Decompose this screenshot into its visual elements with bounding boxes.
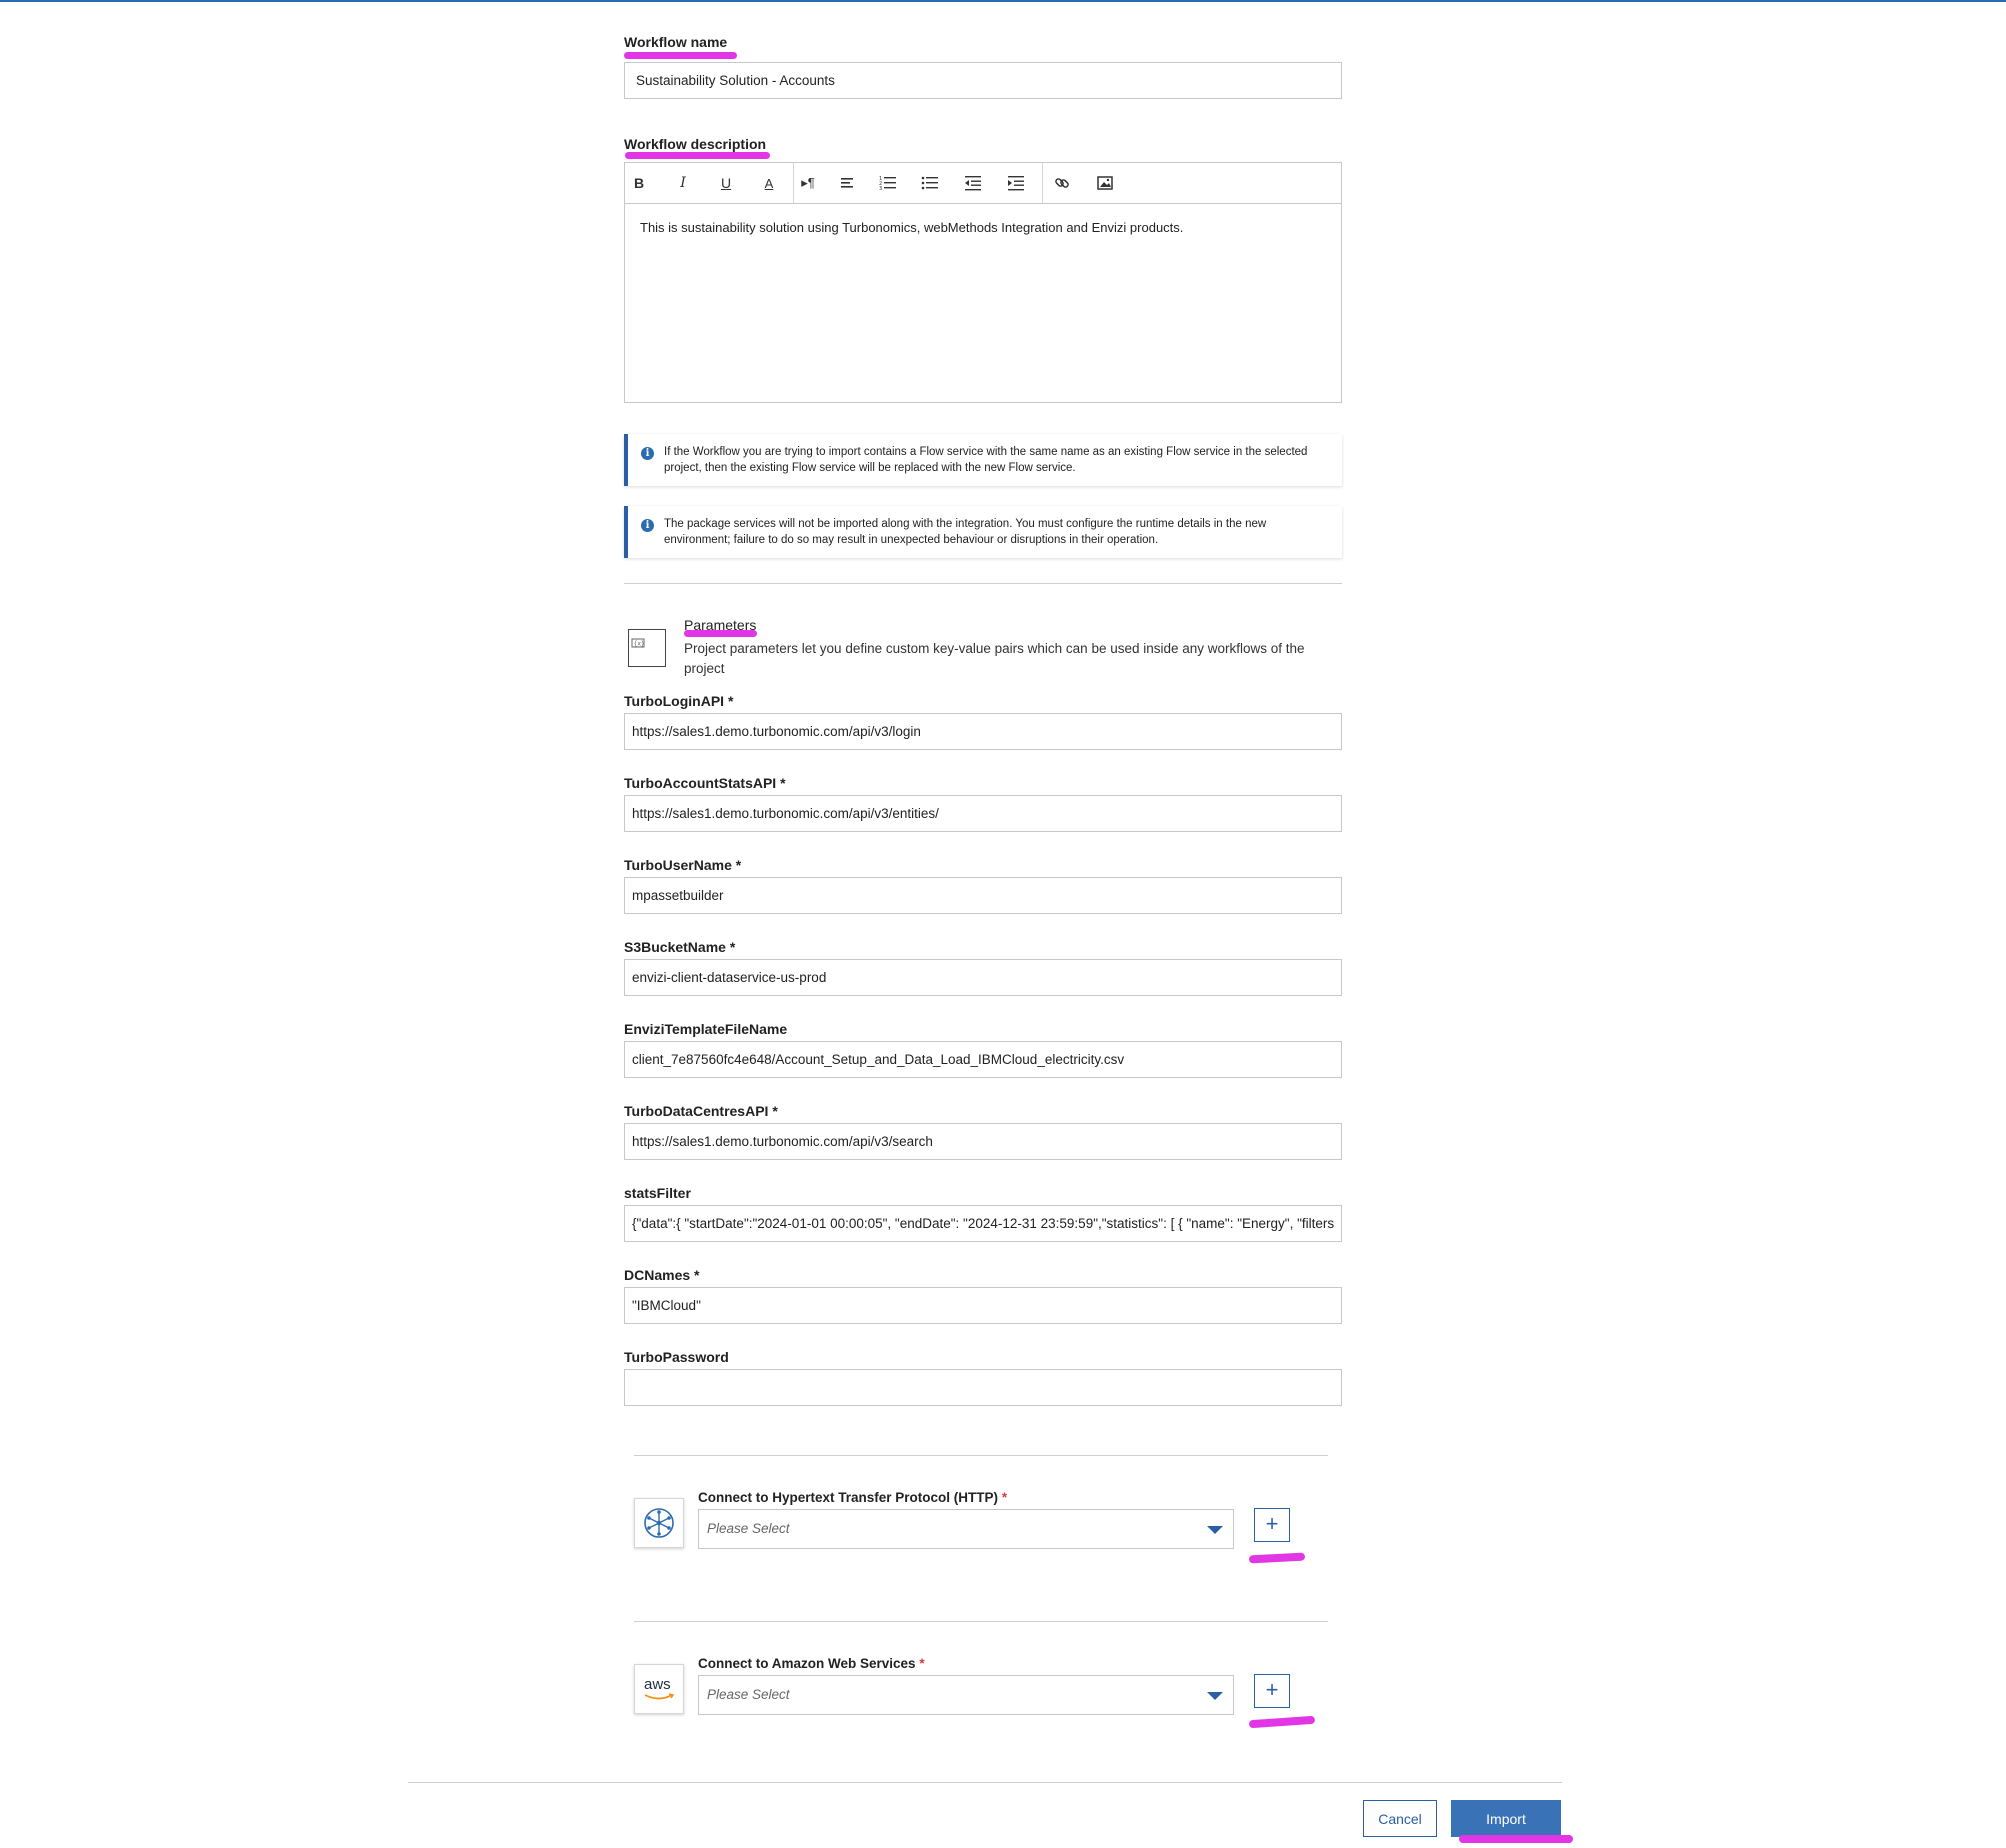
param-input-turbo-user-name[interactable]: mpassetbuilder [624,877,1342,914]
align-left-icon[interactable] [836,171,860,195]
editor-toolbar: B I U A ▸¶ 123 [625,163,1341,204]
highlight-mark [1459,1835,1573,1843]
aws-connection-select[interactable]: Please Select [698,1675,1234,1715]
description-text[interactable]: This is sustainability solution using Tu… [625,204,1341,251]
section-divider [624,583,1342,584]
info-notice: i If the Workflow you are trying to impo… [624,434,1342,486]
workflow-description-label: Workflow description [624,136,767,152]
indent-icon[interactable] [1004,171,1028,195]
toolbar-separator [793,163,794,203]
import-button[interactable]: Import [1451,1800,1561,1837]
aws-logo: aws [642,1674,676,1704]
param-label-turbo-login-api: TurboLoginAPI * [624,693,734,709]
param-input-turbo-login-api[interactable]: https://sales1.demo.turbonomic.com/api/v… [624,713,1342,750]
info-notice-text: If the Workflow you are trying to import… [664,446,1308,474]
param-label-dc-names: DCNames * [624,1267,700,1283]
outdent-icon[interactable] [961,171,985,195]
image-icon[interactable] [1093,171,1117,195]
aws-connection-label: Connect to Amazon Web Services * [698,1656,925,1671]
chevron-down-icon [1207,1526,1223,1534]
param-input-envizi-template-file-name[interactable]: client_7e87560fc4e648/Account_Setup_and_… [624,1041,1342,1078]
param-input-turbo-password[interactable] [624,1369,1342,1406]
aws-connector-icon: aws [634,1664,684,1714]
parameters-icon: {x} [628,629,666,667]
param-label-turbo-account-stats-api: TurboAccountStatsAPI * [624,775,786,791]
section-divider [634,1455,1328,1456]
info-notice-text: The package services will not be importe… [664,518,1267,546]
bold-button[interactable]: B [627,171,651,195]
info-notice: i The package services will not be impor… [624,506,1342,558]
ordered-list-icon[interactable]: 123 [876,171,900,195]
link-icon[interactable] [1050,171,1074,195]
param-label-envizi-template-file-name: EnviziTemplateFileName [624,1021,788,1037]
highlight-mark [1248,1552,1306,1564]
svg-text:{x}: {x} [634,641,645,648]
param-input-s3-bucket-name[interactable]: envizi-client-dataservice-us-prod [624,959,1342,996]
svg-text:3: 3 [879,186,882,191]
footer-divider [408,1782,1562,1783]
param-label-turbo-data-centres-api: TurboDataCentresAPI * [624,1103,778,1119]
aws-select-placeholder: Please Select [707,1687,790,1702]
add-aws-connection-button[interactable]: + [1254,1674,1290,1708]
font-color-button[interactable]: A [757,171,781,195]
param-input-turbo-account-stats-api[interactable]: https://sales1.demo.turbonomic.com/api/v… [624,795,1342,832]
param-input-turbo-data-centres-api[interactable]: https://sales1.demo.turbonomic.com/api/v… [624,1123,1342,1160]
description-editor[interactable]: B I U A ▸¶ 123 This is sustainability so… [624,162,1342,403]
underline-button[interactable]: U [714,171,738,195]
workflow-name-input[interactable]: Sustainability Solution - Accounts [624,62,1342,99]
http-connection-label: Connect to Hypertext Transfer Protocol (… [698,1490,1008,1505]
highlight-mark [1248,1715,1316,1729]
info-icon: i [641,447,654,460]
param-label-turbo-password: TurboPassword [624,1349,729,1365]
italic-button[interactable]: I [671,171,695,195]
param-input-stats-filter[interactable]: {"data":{ "startDate":"2024-01-01 00:00:… [624,1205,1342,1242]
paragraph-format-button[interactable]: ▸¶ [796,171,820,195]
add-http-connection-button[interactable]: + [1254,1508,1290,1542]
chevron-down-icon [1207,1692,1223,1700]
http-connector-icon [634,1498,684,1548]
info-icon: i [641,519,654,532]
param-input-dc-names[interactable]: "IBMCloud" [624,1287,1342,1324]
workflow-name-label: Workflow name [624,34,728,50]
param-label-turbo-user-name: TurboUserName * [624,857,742,873]
parameters-description: Project parameters let you define custom… [684,641,1305,676]
param-label-s3-bucket-name: S3BucketName * [624,939,736,955]
top-accent-line [0,0,2006,2]
highlight-mark [624,52,737,59]
section-divider [634,1621,1328,1622]
http-connection-select[interactable]: Please Select [698,1509,1234,1549]
highlight-mark [684,630,757,637]
toolbar-separator [1042,163,1043,203]
http-select-placeholder: Please Select [707,1521,790,1536]
param-label-stats-filter: statsFilter [624,1185,691,1201]
bullet-list-icon[interactable] [918,171,942,195]
cancel-button[interactable]: Cancel [1363,1800,1437,1837]
highlight-mark [625,152,770,159]
